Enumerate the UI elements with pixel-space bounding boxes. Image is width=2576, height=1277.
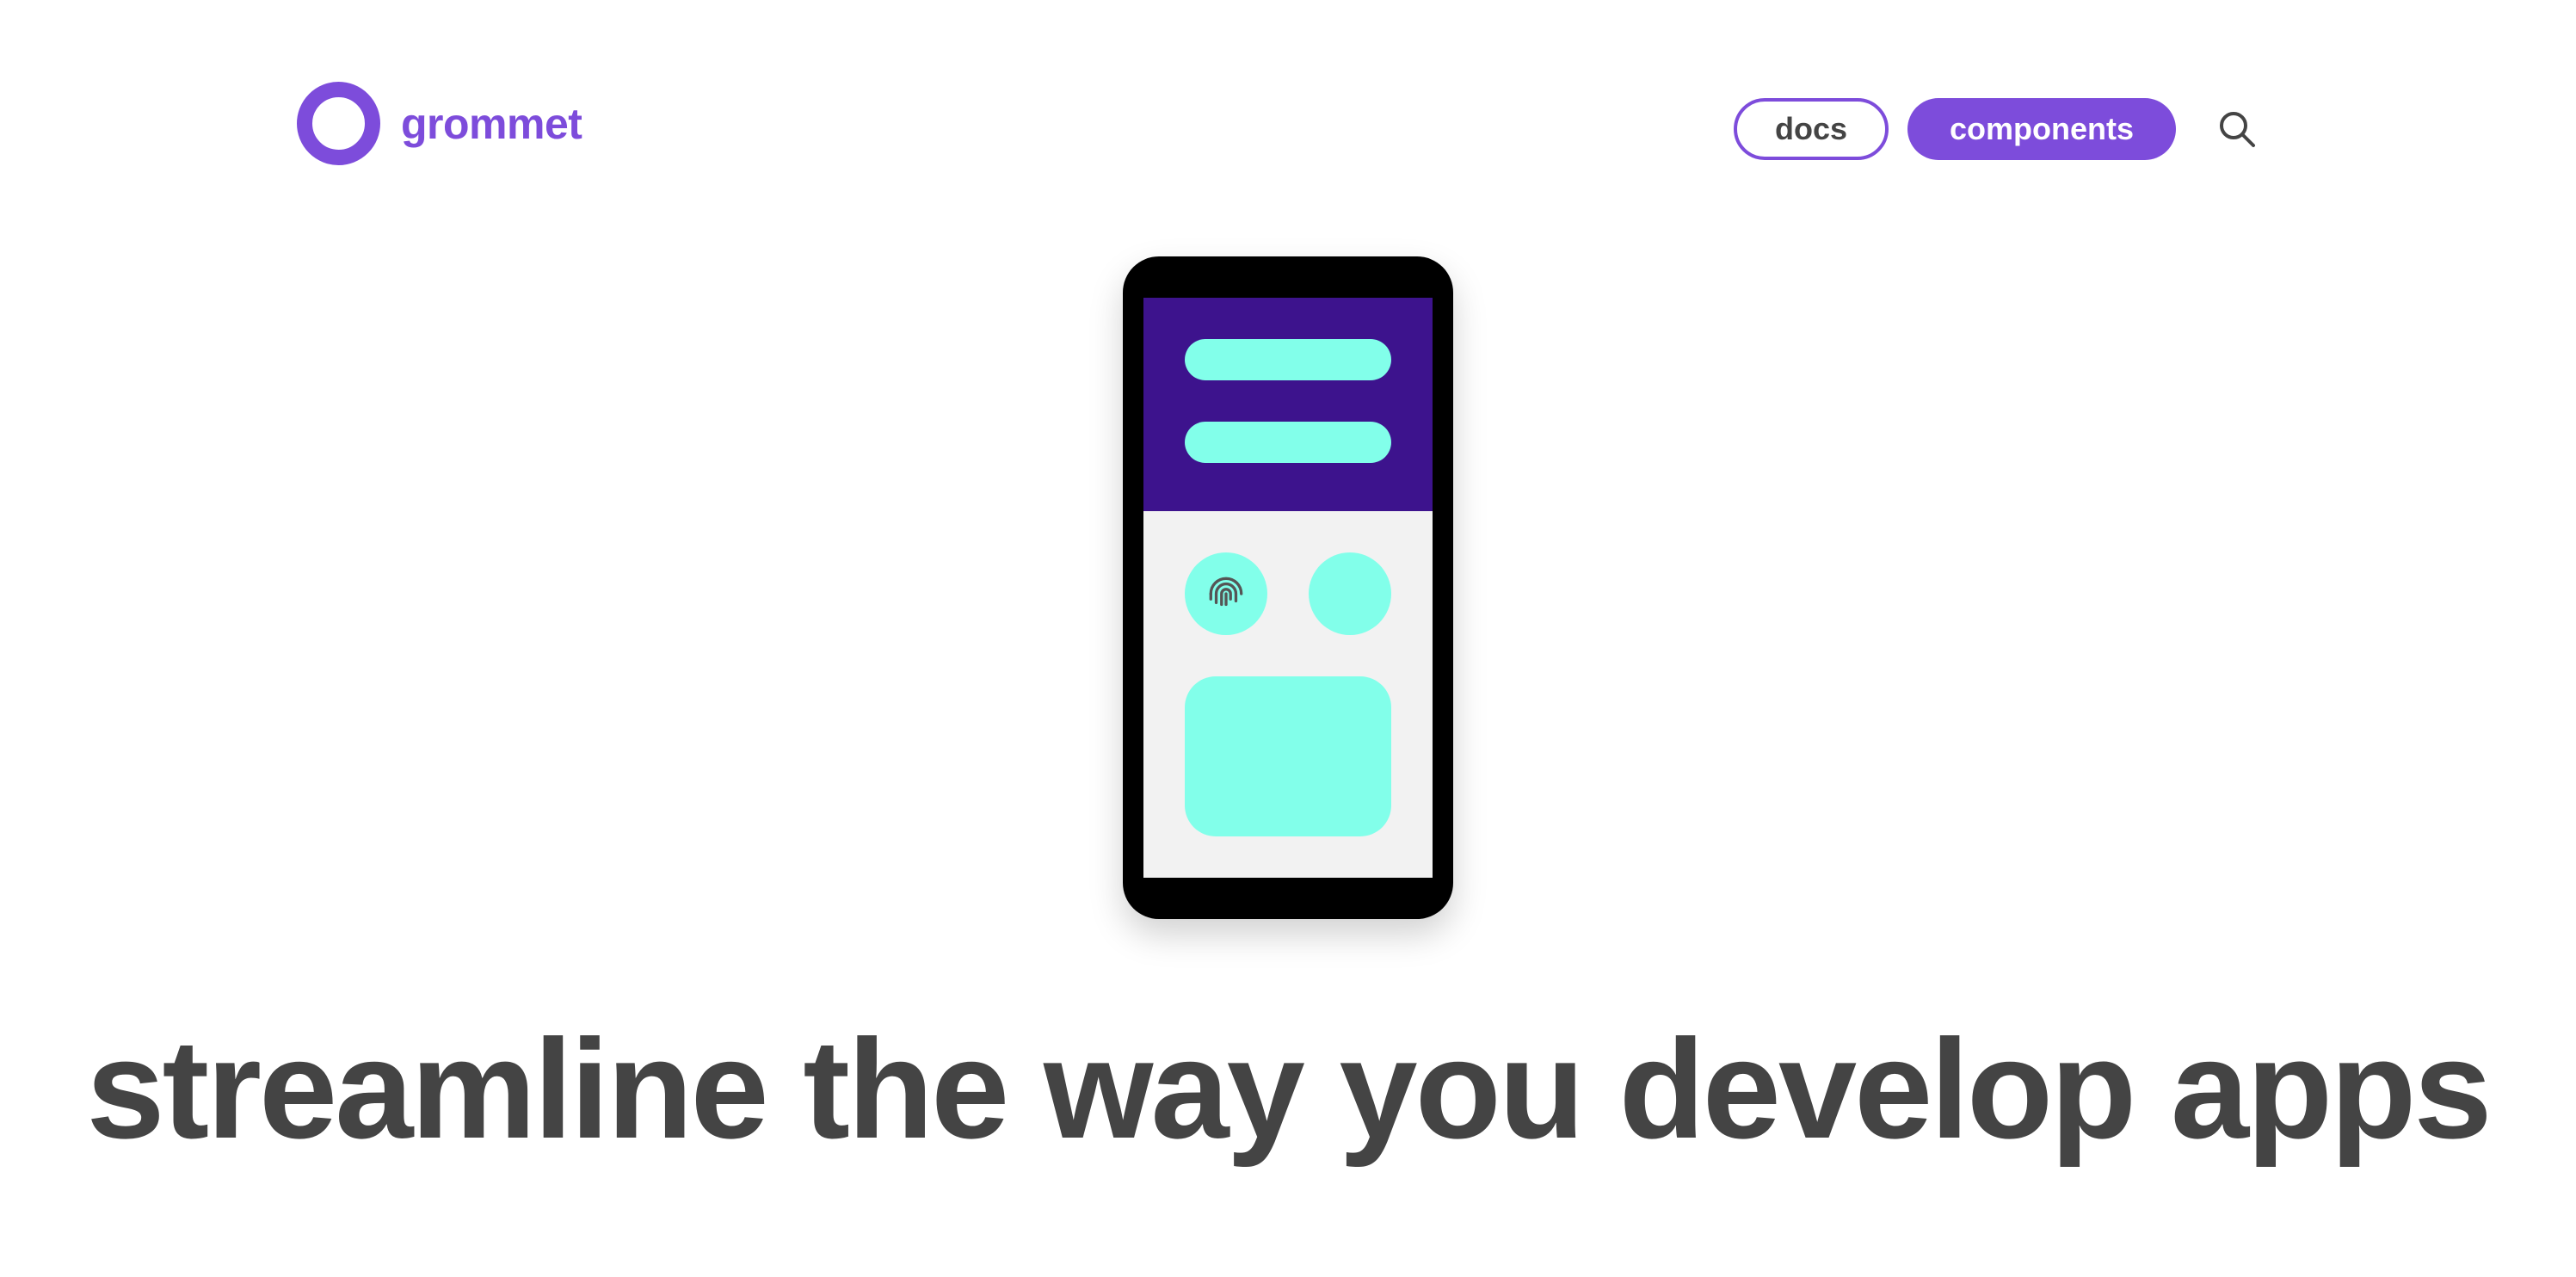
phone-illustration [1123, 256, 1453, 919]
grommet-logo-link[interactable]: grommet [297, 82, 582, 165]
phone-card [1185, 676, 1391, 836]
phone-header-bar [1185, 339, 1391, 380]
brand-name: grommet [401, 99, 582, 148]
phone-circle [1309, 552, 1391, 635]
components-button[interactable]: components [1907, 98, 2176, 160]
search-button[interactable] [2211, 103, 2263, 155]
phone-screen [1143, 298, 1433, 878]
docs-button[interactable]: docs [1734, 98, 1889, 160]
phone-circle [1185, 552, 1267, 635]
phone-header-bar [1185, 422, 1391, 463]
page: grommet docs components streamline the w… [0, 0, 2576, 1277]
hero-headline: streamline the way you develop apps [86, 1010, 2492, 1168]
search-icon [2220, 112, 2255, 147]
fingerprint-icon [1209, 577, 1243, 607]
phone-screen-header [1143, 298, 1433, 511]
grommet-logo-icon [297, 82, 380, 165]
